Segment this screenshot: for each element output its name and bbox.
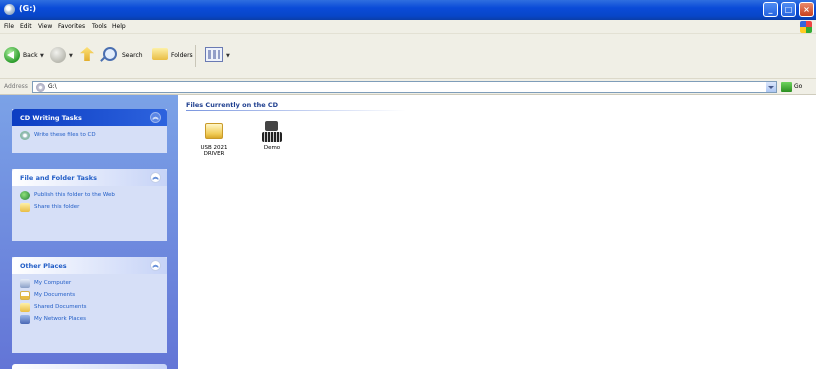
folders-icon[interactable]	[152, 48, 168, 60]
menu-help[interactable]: Help	[112, 23, 126, 30]
cd-drive-icon	[4, 4, 15, 15]
panel-title: Other Places	[20, 262, 67, 270]
share-folder-icon	[20, 203, 30, 212]
panel-title: CD Writing Tasks	[20, 114, 82, 122]
minimize-button[interactable]: _	[763, 2, 778, 17]
place-label[interactable]: Shared Documents	[34, 304, 86, 310]
cd-writing-tasks-panel: CD Writing Tasks ︽ Write these files to …	[12, 109, 167, 153]
views-icon[interactable]	[205, 47, 223, 62]
cd-write-icon	[20, 131, 30, 140]
menu-file[interactable]: File	[4, 23, 14, 30]
explorer-window: (G:) _ □ × File Edit View Favorites Tool…	[0, 0, 816, 369]
views-dropdown-icon[interactable]: ▼	[226, 53, 230, 59]
panel-title: File and Folder Tasks	[20, 174, 97, 182]
shared-documents-icon	[20, 303, 30, 312]
place-label[interactable]: My Computer	[34, 280, 71, 286]
file-item-demo[interactable]: Demo	[249, 121, 295, 151]
address-dropdown-icon[interactable]	[766, 82, 776, 92]
collapse-chevron-icon[interactable]: ︽	[150, 112, 161, 123]
go-button[interactable]: Go	[794, 83, 802, 90]
file-item-usb-driver[interactable]: USB 2021 DRIVER	[191, 123, 237, 157]
network-places-icon	[20, 315, 30, 324]
task-share-folder[interactable]: Share this folder	[12, 203, 167, 212]
cd-writing-tasks-header[interactable]: CD Writing Tasks ︽	[12, 109, 167, 126]
toolbar-separator	[195, 45, 196, 67]
my-computer-icon	[20, 279, 30, 288]
address-value[interactable]: G:\	[48, 83, 57, 90]
address-bar: Address G:\ Go	[0, 79, 816, 95]
file-list-area[interactable]: Files Currently on the CD USB 2021 DRIVE…	[178, 95, 816, 369]
forward-dropdown-icon[interactable]: ▼	[69, 53, 73, 59]
place-network-places[interactable]: My Network Places	[12, 315, 167, 324]
setup-icon	[262, 121, 282, 143]
address-field[interactable]: G:\	[32, 81, 777, 93]
cd-drive-icon	[36, 83, 45, 92]
group-divider	[186, 110, 406, 111]
file-name: Demo	[263, 145, 281, 151]
other-places-panel: Other Places ︽ My Computer My Documents …	[12, 257, 167, 353]
title-bar[interactable]: (G:) _ □ ×	[0, 0, 816, 20]
file-folder-tasks-panel: File and Folder Tasks ︽ Publish this fol…	[12, 169, 167, 241]
task-label[interactable]: Write these files to CD	[34, 132, 96, 138]
search-icon[interactable]	[103, 47, 117, 61]
publish-web-icon	[20, 191, 30, 200]
menu-tools[interactable]: Tools	[92, 23, 107, 30]
collapse-chevron-icon[interactable]: ︽	[150, 260, 161, 271]
other-places-header[interactable]: Other Places ︽	[12, 257, 167, 274]
my-documents-icon	[20, 291, 30, 300]
menu-favorites[interactable]: Favorites	[58, 23, 85, 30]
details-panel-header[interactable]	[12, 364, 167, 369]
back-dropdown-icon[interactable]: ▼	[40, 53, 44, 59]
toolbar: Back ▼ ▼ Search Folders ▼	[0, 34, 816, 79]
collapse-chevron-icon[interactable]: ︽	[150, 172, 161, 183]
maximize-button[interactable]: □	[781, 2, 796, 17]
menu-bar: File Edit View Favorites Tools Help	[0, 20, 816, 34]
task-publish-folder[interactable]: Publish this folder to the Web	[12, 191, 137, 200]
task-label[interactable]: Publish this folder to the Web	[34, 192, 115, 198]
address-label: Address	[4, 83, 28, 90]
group-title: Files Currently on the CD	[186, 101, 279, 109]
close-button[interactable]: ×	[799, 2, 814, 17]
back-button[interactable]: Back	[23, 52, 38, 59]
up-folder-icon[interactable]	[80, 47, 94, 61]
menu-edit[interactable]: Edit	[20, 23, 32, 30]
forward-icon[interactable]	[50, 47, 66, 63]
place-my-documents[interactable]: My Documents	[12, 291, 167, 300]
task-pane: CD Writing Tasks ︽ Write these files to …	[0, 95, 178, 369]
task-write-to-cd[interactable]: Write these files to CD	[12, 131, 167, 140]
folder-icon	[205, 123, 223, 139]
windows-logo-icon	[800, 21, 812, 33]
go-arrow-icon[interactable]	[781, 82, 792, 92]
menu-view[interactable]: View	[38, 23, 52, 30]
place-label[interactable]: My Network Places	[34, 316, 86, 322]
window-title: (G:)	[19, 4, 37, 13]
place-label[interactable]: My Documents	[34, 292, 75, 298]
place-shared-documents[interactable]: Shared Documents	[12, 303, 167, 312]
folders-button[interactable]: Folders	[171, 52, 193, 59]
back-icon[interactable]	[4, 47, 20, 63]
file-name: USB 2021 DRIVER	[200, 145, 228, 157]
file-folder-tasks-header[interactable]: File and Folder Tasks ︽	[12, 169, 167, 186]
task-label[interactable]: Share this folder	[34, 204, 79, 210]
search-button[interactable]: Search	[122, 52, 143, 59]
place-my-computer[interactable]: My Computer	[12, 279, 167, 288]
